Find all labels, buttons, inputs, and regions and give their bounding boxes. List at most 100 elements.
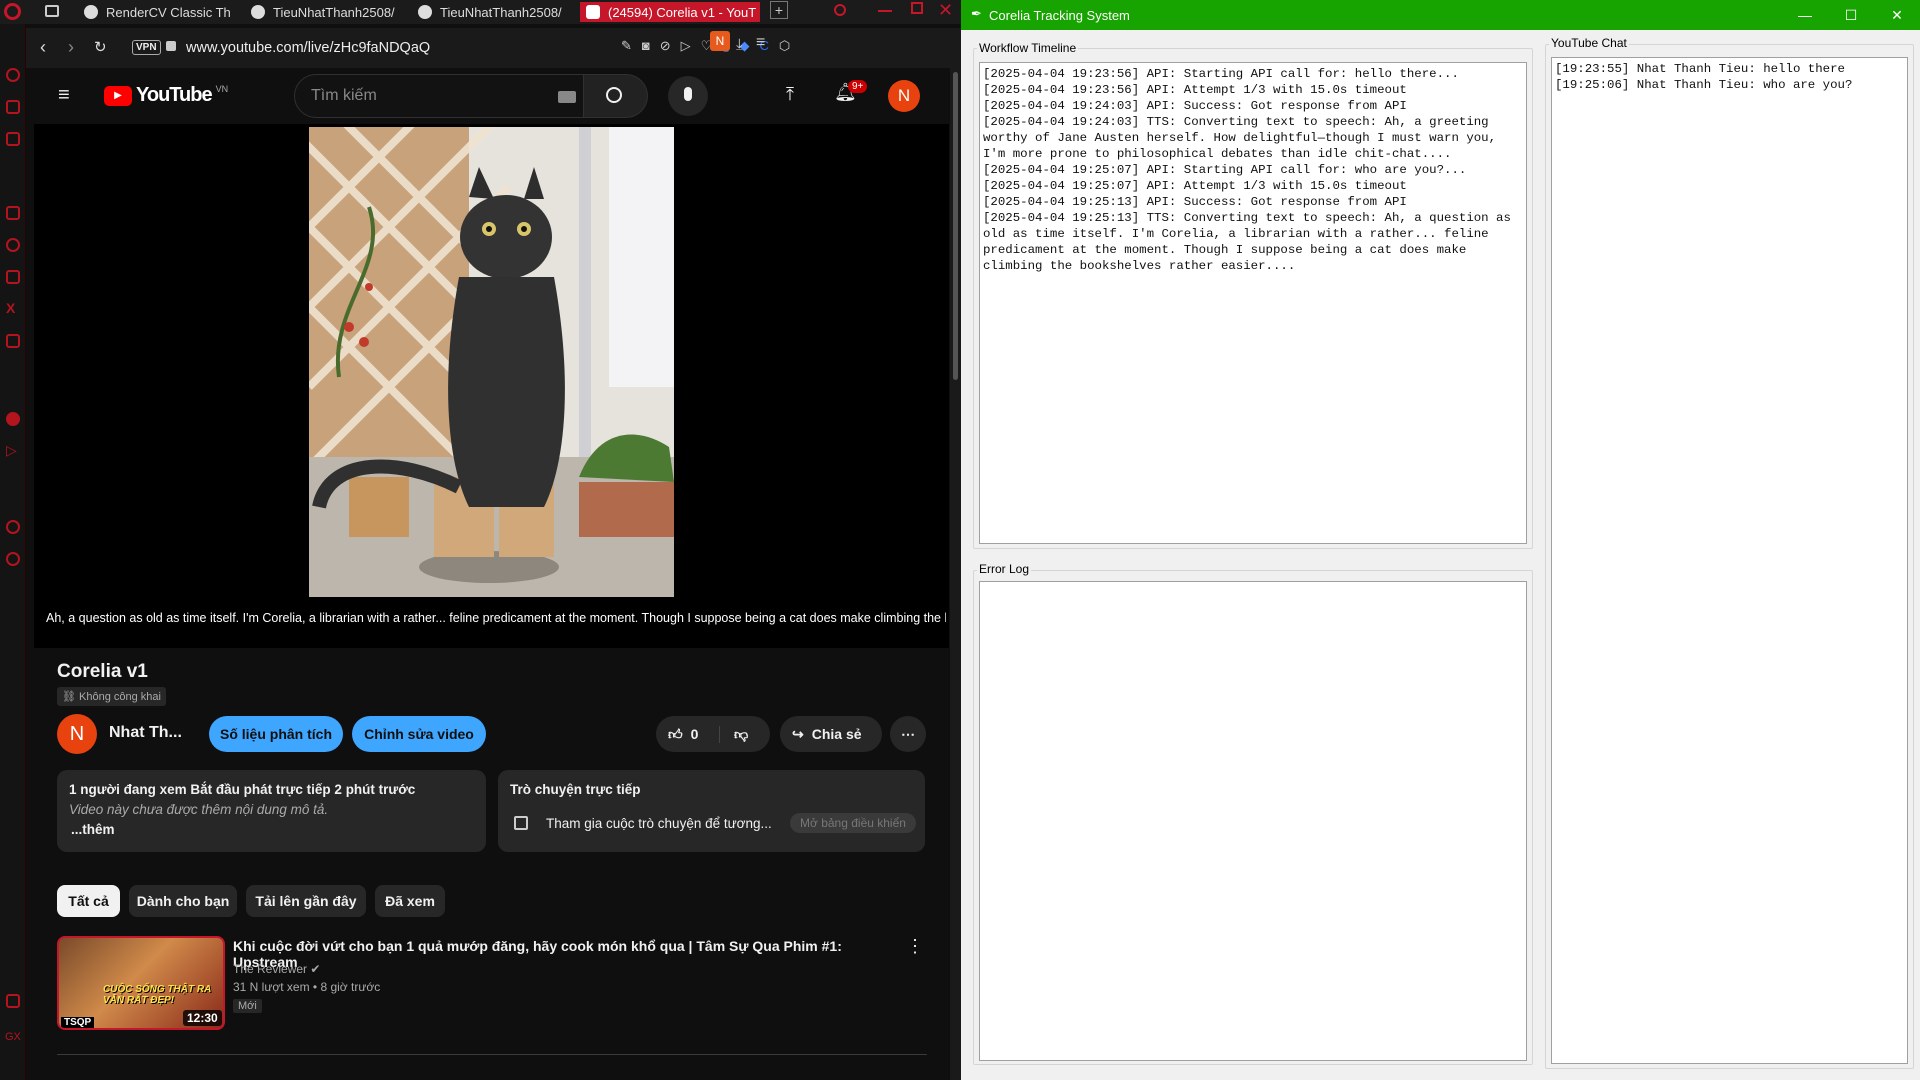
- tab-rendercv[interactable]: RenderCV Classic Th: [84, 2, 234, 22]
- discord-icon[interactable]: [6, 334, 20, 348]
- opera-logo-icon[interactable]: [4, 3, 21, 20]
- notification-badge: 9+: [848, 80, 868, 93]
- lock-icon: [166, 41, 176, 51]
- chip-for-you[interactable]: Dành cho bạn: [129, 885, 237, 917]
- hamburger-icon[interactable]: ≡: [58, 84, 70, 107]
- tab-youtube-active[interactable]: (24594) Corelia v1 - YouT: [580, 2, 760, 22]
- youtube-logo[interactable]: ▶ YouTube VN: [104, 84, 228, 107]
- recommended-meta: 31 N lượt xem • 8 giờ trước: [233, 980, 381, 994]
- search-input[interactable]: Tìm kiếm: [294, 74, 584, 118]
- github-favicon-icon: [251, 5, 265, 19]
- tab-github-1[interactable]: TieuNhatThanh2508/: [251, 2, 401, 22]
- gx-icon[interactable]: GX: [5, 1031, 21, 1043]
- thumbnail-tag: TSQP: [61, 1017, 95, 1028]
- search-button[interactable]: [584, 74, 648, 118]
- video-menu-icon[interactable]: ⋮: [906, 936, 924, 957]
- adblock-icon[interactable]: ⊘: [660, 38, 671, 54]
- recommended-title[interactable]: Khi cuộc đời vứt cho bạn 1 quả mướp đăng…: [233, 938, 883, 970]
- clock-icon[interactable]: [6, 520, 20, 534]
- chip-watched[interactable]: Đã xem: [375, 885, 445, 917]
- account-avatar[interactable]: N: [888, 80, 920, 112]
- live-chat-text: Tham gia cuộc trò chuyện để tương...: [546, 816, 772, 831]
- dislike-button[interactable]: 👎︎: [720, 726, 748, 743]
- settings-icon[interactable]: [6, 552, 20, 566]
- send-icon[interactable]: ▷: [6, 442, 17, 459]
- new-tab-button[interactable]: +: [770, 1, 788, 19]
- reload-icon[interactable]: ↻: [94, 38, 107, 56]
- messenger-icon[interactable]: [6, 132, 20, 146]
- maximize-button[interactable]: [911, 2, 923, 14]
- music-icon[interactable]: [6, 412, 20, 426]
- menu-icon[interactable]: ≡: [756, 34, 765, 52]
- google-favicon-icon: [84, 5, 98, 19]
- url-field[interactable]: www.youtube.com/live/zHc9faNDQaQ: [186, 40, 430, 56]
- video-duration: 12:30: [183, 1010, 222, 1026]
- tab-github-2[interactable]: TieuNhatThanh2508/: [418, 2, 568, 22]
- chip-all[interactable]: Tất cả: [57, 885, 120, 917]
- back-icon[interactable]: ‹: [40, 37, 46, 58]
- voice-search-button[interactable]: [668, 76, 708, 116]
- description-more[interactable]: ...thêm: [71, 822, 115, 837]
- workflow-timeline-text[interactable]: [2025-04-04 19:23:56] API: Starting API …: [979, 62, 1527, 544]
- channel-name[interactable]: Nhat Th...: [109, 724, 182, 742]
- share-button[interactable]: ↪ Chia sẻ: [780, 716, 882, 752]
- profile-avatar[interactable]: N: [710, 31, 730, 51]
- chip-recent-uploads[interactable]: Tải lên gần đây: [246, 885, 366, 917]
- play-icon[interactable]: ▷: [681, 38, 691, 54]
- window-title: Corelia Tracking System: [989, 8, 1130, 23]
- thumbs-up-icon: 👍︎: [668, 725, 683, 742]
- more-icon: ⋯: [901, 725, 915, 742]
- description-card[interactable]: 1 người đang xem Bắt đầu phát trực tiếp …: [57, 770, 486, 852]
- edit-video-button[interactable]: Chỉnh sửa video: [352, 716, 486, 752]
- youtube-favicon-icon: [586, 5, 600, 19]
- thumbnail-text: CUỘC SỐNG THẬT RA VẪN RẤT ĐẸP!: [103, 984, 211, 1006]
- cube-icon[interactable]: ⬡: [779, 38, 790, 54]
- video-player[interactable]: Ah, a question as old as time itself. I'…: [34, 124, 949, 648]
- aria-icon[interactable]: [6, 100, 20, 114]
- tab-bar: RenderCV Classic Th TieuNhatThanh2508/ T…: [0, 0, 961, 24]
- camera-icon[interactable]: ◙: [642, 38, 650, 54]
- recommended-video[interactable]: CUỘC SỐNG THẬT RA VẪN RẤT ĐẸP! TSQP 12:3…: [57, 936, 927, 1030]
- open-dashboard-button[interactable]: Mở bảng điều khiển: [790, 813, 916, 833]
- twitch-icon[interactable]: [6, 206, 20, 220]
- win-maximize-button[interactable]: ☐: [1828, 0, 1874, 30]
- privacy-badge: ⛓ Không công khai: [57, 687, 166, 706]
- description-text: Video này chưa được thêm nội dung mô tả.: [69, 802, 329, 817]
- vpn-badge[interactable]: VPN: [132, 40, 161, 55]
- like-button[interactable]: 👍︎ 0: [656, 725, 720, 743]
- win-minimize-button[interactable]: —: [1782, 0, 1828, 30]
- error-log-text[interactable]: [979, 581, 1527, 1061]
- recommended-channel[interactable]: The Reviewer ✔: [233, 962, 320, 976]
- page-scrollbar[interactable]: [950, 68, 961, 1080]
- analytics-button[interactable]: Số liệu phân tích: [209, 716, 343, 752]
- video-title: Corelia v1: [57, 661, 148, 682]
- pin-icon[interactable]: [6, 994, 20, 1008]
- instagram-icon[interactable]: [6, 270, 20, 284]
- video-thumbnail[interactable]: CUỘC SỐNG THẬT RA VẪN RẤT ĐẸP! TSQP 12:3…: [57, 936, 225, 1030]
- search-tabs-icon[interactable]: [834, 4, 846, 16]
- download-icon[interactable]: ⤓: [736, 36, 743, 53]
- scroll-thumb[interactable]: [953, 72, 958, 380]
- forward-icon[interactable]: ›: [68, 37, 74, 58]
- chat-icon[interactable]: [6, 238, 20, 252]
- more-actions-button[interactable]: ⋯: [890, 716, 926, 752]
- close-button[interactable]: ✕: [938, 0, 953, 21]
- keyboard-icon[interactable]: [558, 91, 576, 103]
- video-caption: Ah, a question as old as time itself. I'…: [46, 611, 946, 625]
- upload-icon[interactable]: ⤒: [786, 84, 794, 105]
- history-icon[interactable]: [6, 68, 20, 82]
- youtube-play-icon: ▶: [104, 85, 132, 106]
- github-favicon-icon: [418, 5, 432, 19]
- workflow-label: Workflow Timeline: [977, 41, 1079, 55]
- like-dislike-group: 👍︎ 0 👎︎: [656, 716, 770, 752]
- youtube-chat-text[interactable]: [19:23:55] Nhat Thanh Tieu: hello there …: [1551, 57, 1908, 1064]
- edit-icon[interactable]: ✎: [621, 38, 632, 54]
- tab-overview-icon[interactable]: [45, 5, 59, 17]
- x-icon[interactable]: X: [6, 300, 15, 316]
- verified-icon: ✔: [310, 962, 321, 976]
- tracking-window: ✒ Corelia Tracking System — ☐ ✕ Workflow…: [961, 0, 1920, 1080]
- channel-avatar[interactable]: N: [57, 714, 97, 754]
- win-close-button[interactable]: ✕: [1874, 0, 1920, 30]
- minimize-button[interactable]: [878, 10, 892, 12]
- new-badge: Mới: [233, 999, 262, 1013]
